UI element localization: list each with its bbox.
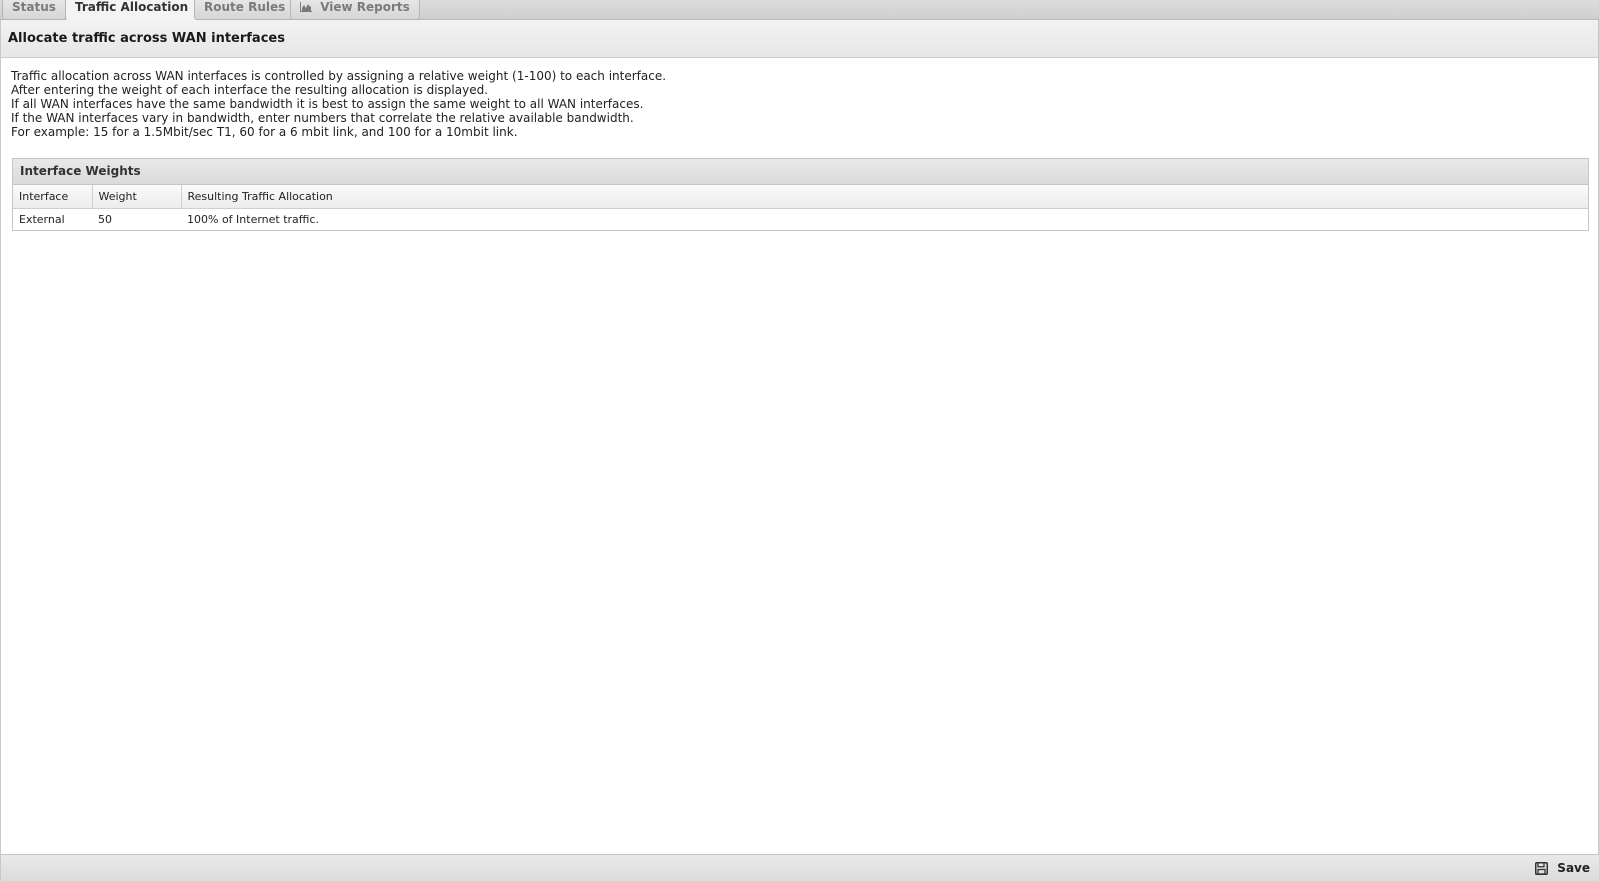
- cell-interface: External: [19, 212, 65, 226]
- tab-bar: Status Traffic Allocation Route Rules Vi…: [0, 0, 1599, 20]
- tab-status[interactable]: Status: [2, 0, 66, 20]
- column-header-allocation[interactable]: Resulting Traffic Allocation: [181, 185, 1588, 209]
- description: Traffic allocation across WAN interfaces…: [1, 58, 1598, 139]
- cell-allocation: 100% of Internet traffic.: [187, 212, 319, 226]
- traffic-allocation-panel: Allocate traffic across WAN interfaces T…: [0, 20, 1599, 881]
- save-button[interactable]: Save: [1535, 859, 1590, 877]
- tab-label: View Reports: [320, 0, 410, 14]
- column-header-weight[interactable]: Weight: [92, 185, 182, 209]
- footer-toolbar: Save: [1, 854, 1599, 881]
- page-title: Allocate traffic across WAN interfaces: [1, 20, 1598, 58]
- save-label: Save: [1557, 861, 1590, 875]
- tab-view-reports[interactable]: View Reports: [290, 0, 420, 20]
- cell-weight[interactable]: 50: [92, 208, 181, 230]
- tab-route-rules[interactable]: Route Rules: [194, 0, 296, 20]
- floppy-disk-icon: [1535, 862, 1549, 880]
- table-header-row: Interface Weight Resulting Traffic Alloc…: [13, 185, 1588, 209]
- description-line: For example: 15 for a 1.5Mbit/sec T1, 60…: [11, 125, 518, 139]
- tab-traffic-allocation[interactable]: Traffic Allocation: [65, 0, 199, 20]
- section-title: Interface Weights: [13, 159, 1588, 185]
- tab-label: Status: [12, 0, 56, 14]
- table-row[interactable]: External 50 100% of Internet traffic.: [13, 208, 1588, 230]
- description-line: If all WAN interfaces have the same band…: [11, 97, 644, 111]
- interface-weights-section: Interface Weights Interface Weight Resul…: [12, 158, 1589, 231]
- description-line: Traffic allocation across WAN interfaces…: [11, 69, 667, 83]
- tab-label: Traffic Allocation: [75, 0, 189, 14]
- chart-icon: [300, 1, 312, 16]
- interface-weights-table: Interface Weight Resulting Traffic Alloc…: [13, 185, 1588, 230]
- column-header-interface[interactable]: Interface: [13, 185, 93, 209]
- tab-label: Route Rules: [204, 0, 286, 14]
- description-line: After entering the weight of each interf…: [11, 83, 489, 97]
- description-line: If the WAN interfaces vary in bandwidth,…: [11, 111, 634, 125]
